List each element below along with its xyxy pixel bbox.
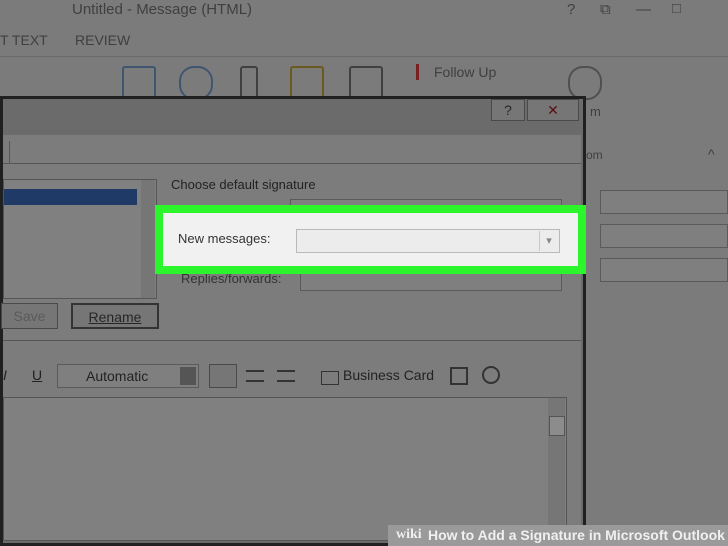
subject-field[interactable] bbox=[600, 258, 728, 282]
tab-format-text[interactable]: T TEXT bbox=[0, 32, 48, 48]
flag-icon bbox=[416, 64, 419, 80]
font-color-value: Automatic bbox=[86, 368, 149, 384]
maximize-icon[interactable]: □ bbox=[672, 0, 681, 17]
align-left-icon[interactable] bbox=[209, 364, 237, 388]
attach-item-icon[interactable] bbox=[290, 66, 324, 100]
chevron-down-icon[interactable] bbox=[180, 367, 196, 385]
ribbon-display-options-icon[interactable]: ⧉ bbox=[600, 1, 611, 18]
wikihow-footer: wiki How to Add a Signature in Microsoft… bbox=[388, 525, 728, 546]
zoom-icon[interactable] bbox=[568, 66, 602, 100]
window-title: Untitled - Message (HTML) bbox=[72, 1, 253, 18]
signature-editor[interactable] bbox=[3, 397, 567, 541]
dialog-body: Save Rename Choose default signature E-m… bbox=[1, 135, 581, 541]
tab-email-signature[interactable] bbox=[3, 141, 10, 163]
dialog-close-button[interactable]: ✕ bbox=[527, 99, 579, 121]
address-book-icon[interactable] bbox=[122, 66, 156, 100]
to-field[interactable] bbox=[600, 190, 728, 214]
ribbon-divider bbox=[0, 56, 728, 57]
how-logo: How bbox=[428, 527, 458, 543]
align-center-icon[interactable] bbox=[246, 370, 264, 382]
signature-list-scrollbar[interactable] bbox=[141, 180, 155, 298]
font-color-select[interactable]: Automatic bbox=[57, 364, 199, 388]
underline-button[interactable]: U bbox=[32, 367, 42, 383]
editor-scrollbar-thumb[interactable] bbox=[549, 416, 565, 436]
tab-divider bbox=[3, 163, 581, 164]
rename-button[interactable]: Rename bbox=[71, 303, 159, 329]
follow-up-button[interactable]: Follow Up bbox=[434, 64, 496, 80]
editor-scrollbar[interactable] bbox=[548, 398, 565, 540]
minimize-icon[interactable]: — bbox=[636, 1, 651, 18]
business-card-button[interactable]: Business Card bbox=[343, 367, 434, 383]
save-button[interactable]: Save bbox=[1, 303, 58, 329]
signatures-dialog: ? ✕ Save Rename Choose default signature… bbox=[0, 96, 586, 546]
help-icon[interactable]: ? bbox=[567, 1, 575, 18]
collapse-ribbon-icon[interactable]: ^ bbox=[708, 146, 715, 162]
footer-caption: to Add a Signature in Microsoft Outlook bbox=[461, 527, 725, 543]
section-divider bbox=[3, 340, 581, 341]
align-right-icon[interactable] bbox=[277, 370, 295, 382]
hyperlink-icon[interactable] bbox=[482, 366, 500, 384]
ribbon-group-label: om bbox=[586, 148, 603, 162]
check-names-icon[interactable] bbox=[179, 66, 213, 100]
ribbon-partial-label: m bbox=[590, 104, 601, 119]
signature-list[interactable] bbox=[3, 179, 157, 299]
tab-review[interactable]: REVIEW bbox=[75, 32, 130, 48]
signature-list-selected-item[interactable] bbox=[4, 189, 137, 205]
signature-icon[interactable] bbox=[349, 66, 383, 100]
business-card-icon bbox=[321, 371, 339, 385]
cc-field[interactable] bbox=[600, 224, 728, 248]
highlight-box bbox=[155, 205, 586, 274]
insert-picture-icon[interactable] bbox=[450, 367, 468, 385]
attach-file-icon[interactable] bbox=[240, 66, 258, 100]
choose-default-heading: Choose default signature bbox=[171, 177, 316, 192]
wiki-logo: wiki bbox=[396, 527, 422, 542]
dialog-help-button[interactable]: ? bbox=[491, 99, 525, 121]
italic-button[interactable]: I bbox=[3, 367, 7, 383]
